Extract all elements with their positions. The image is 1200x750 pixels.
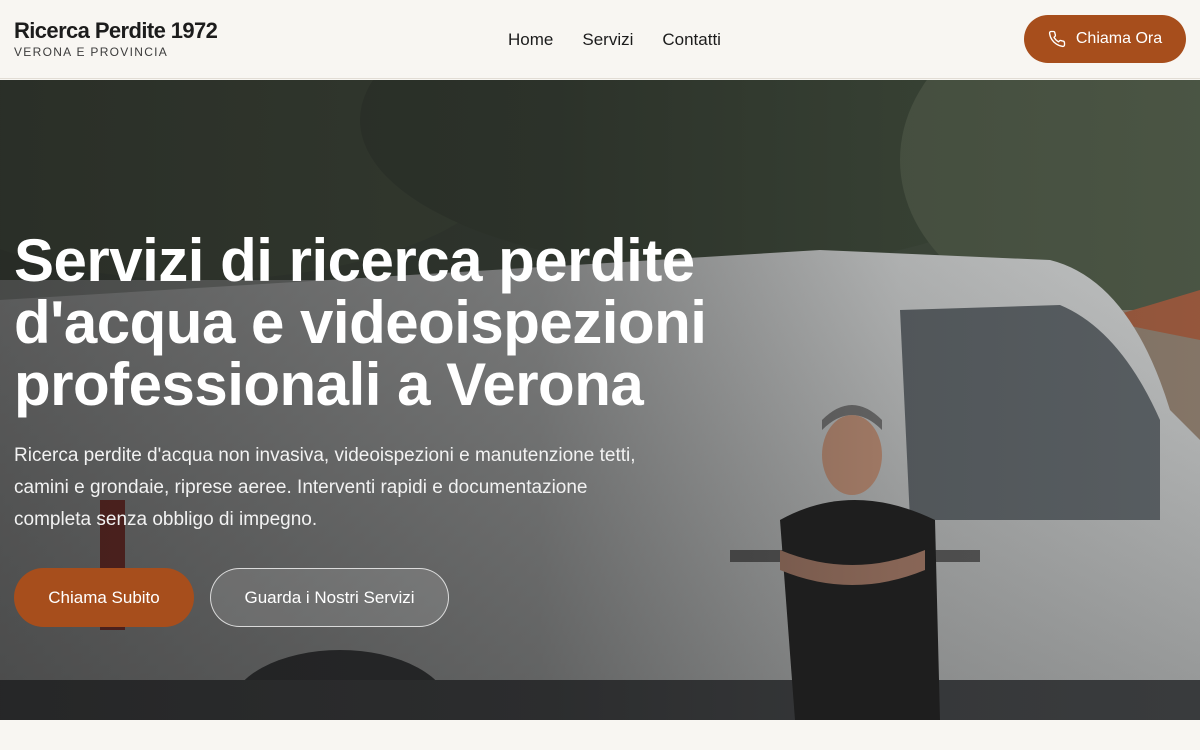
call-now-button[interactable]: Chiama Ora [1024,15,1186,63]
brand-subtitle: VERONA E PROVINCIA [14,45,169,59]
phone-icon [1048,30,1066,48]
hero-description: Ricerca perdite d'acqua non invasiva, vi… [14,445,636,530]
nav-contatti[interactable]: Contatti [662,29,721,51]
nav-servizi[interactable]: Servizi [582,29,633,51]
hero-section: Servizi di ricerca perdite d'acqua e vid… [0,80,1200,720]
call-now-hero-button[interactable]: Chiama Subito [14,568,194,627]
site-header: Ricerca Perdite 1972 VERONA E PROVINCIA … [0,0,1200,79]
brand[interactable]: Ricerca Perdite 1972 VERONA E PROVINCIA [14,18,218,59]
main-nav: Home Servizi Contatti [508,29,750,51]
view-services-button[interactable]: Guarda i Nostri Servizi [210,568,449,627]
page-bottom-strip [0,720,1200,750]
call-now-label: Chiama Ora [1075,30,1163,47]
brand-name[interactable]: Ricerca Perdite 1972 [14,18,218,44]
hero-title: Servizi di ricerca perdite d'acqua e vid… [14,227,707,418]
nav-home[interactable]: Home [508,29,553,51]
